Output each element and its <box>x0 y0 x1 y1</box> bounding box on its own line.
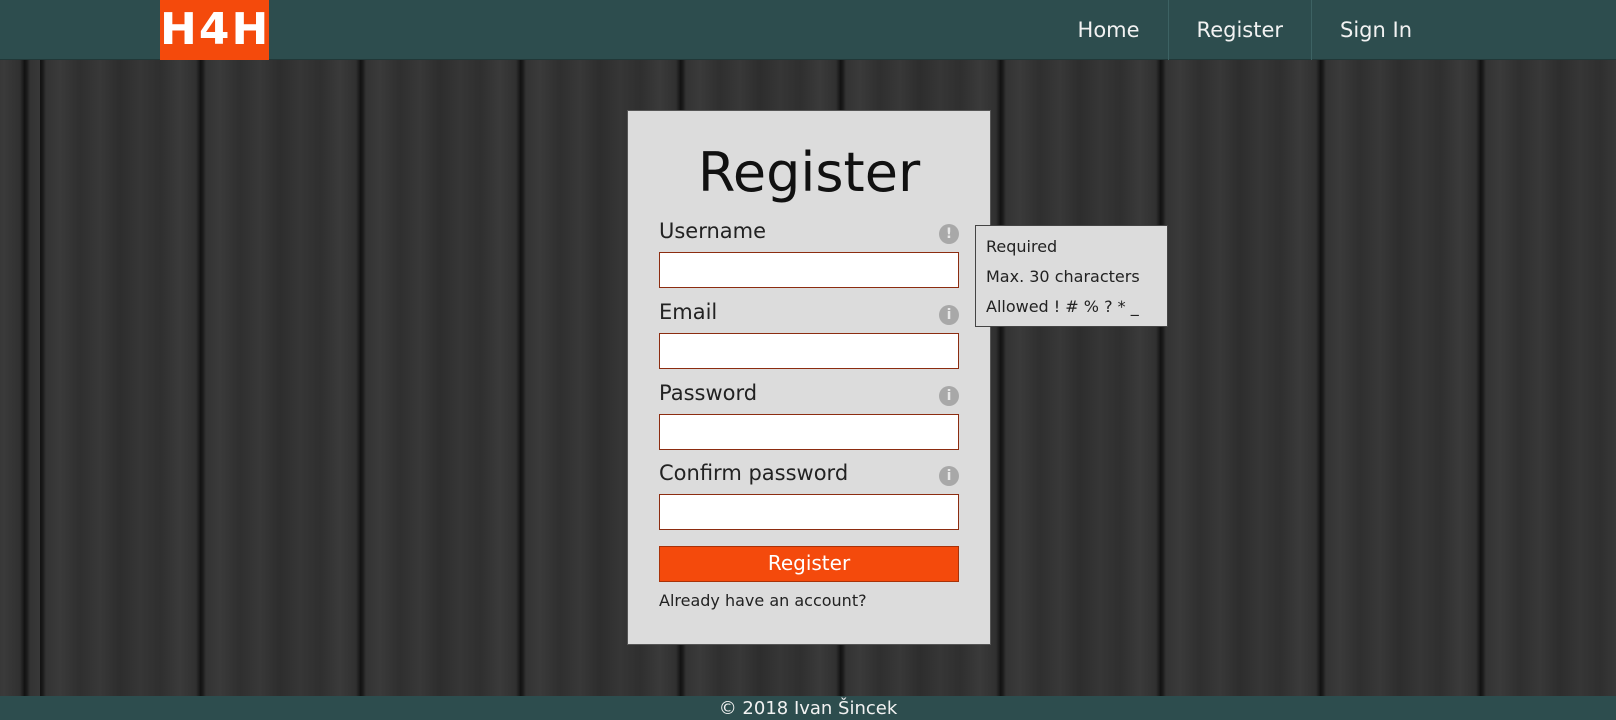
copyright-footer: © 2018 Ivan Šincek <box>0 696 1616 720</box>
top-navbar: H4H Home Register Sign In <box>0 0 1616 60</box>
password-input[interactable] <box>659 414 959 450</box>
main-nav: Home Register Sign In <box>1050 0 1440 60</box>
password-label: Password <box>659 381 758 405</box>
warning-icon[interactable]: ! <box>939 224 959 244</box>
already-have-account-link[interactable]: Already have an account? <box>659 591 867 610</box>
register-title: Register <box>697 141 921 204</box>
register-submit-button[interactable]: Register <box>659 546 959 582</box>
tooltip-line: Max. 30 characters <box>986 267 1140 286</box>
username-requirements-tooltip: Required Max. 30 characters Allowed ! # … <box>975 225 1168 327</box>
info-icon[interactable]: i <box>939 386 959 406</box>
confirm-password-input[interactable] <box>659 494 959 530</box>
email-label: Email <box>659 300 718 324</box>
username-input[interactable] <box>659 252 959 288</box>
tooltip-line: Allowed ! # % ? * _ <box>986 297 1139 316</box>
username-label: Username <box>659 219 767 243</box>
site-logo[interactable]: H4H <box>160 0 269 60</box>
info-icon[interactable]: i <box>939 466 959 486</box>
email-input[interactable] <box>659 333 959 369</box>
nav-home-link[interactable]: Home <box>1050 0 1168 60</box>
tooltip-line: Required <box>986 237 1058 256</box>
confirm-password-label: Confirm password <box>659 461 849 485</box>
nav-sign-in-link[interactable]: Sign In <box>1311 0 1440 60</box>
info-icon[interactable]: i <box>939 305 959 325</box>
register-card: Register Username ! Email i Password i C… <box>627 110 991 645</box>
nav-register-link[interactable]: Register <box>1167 0 1311 60</box>
